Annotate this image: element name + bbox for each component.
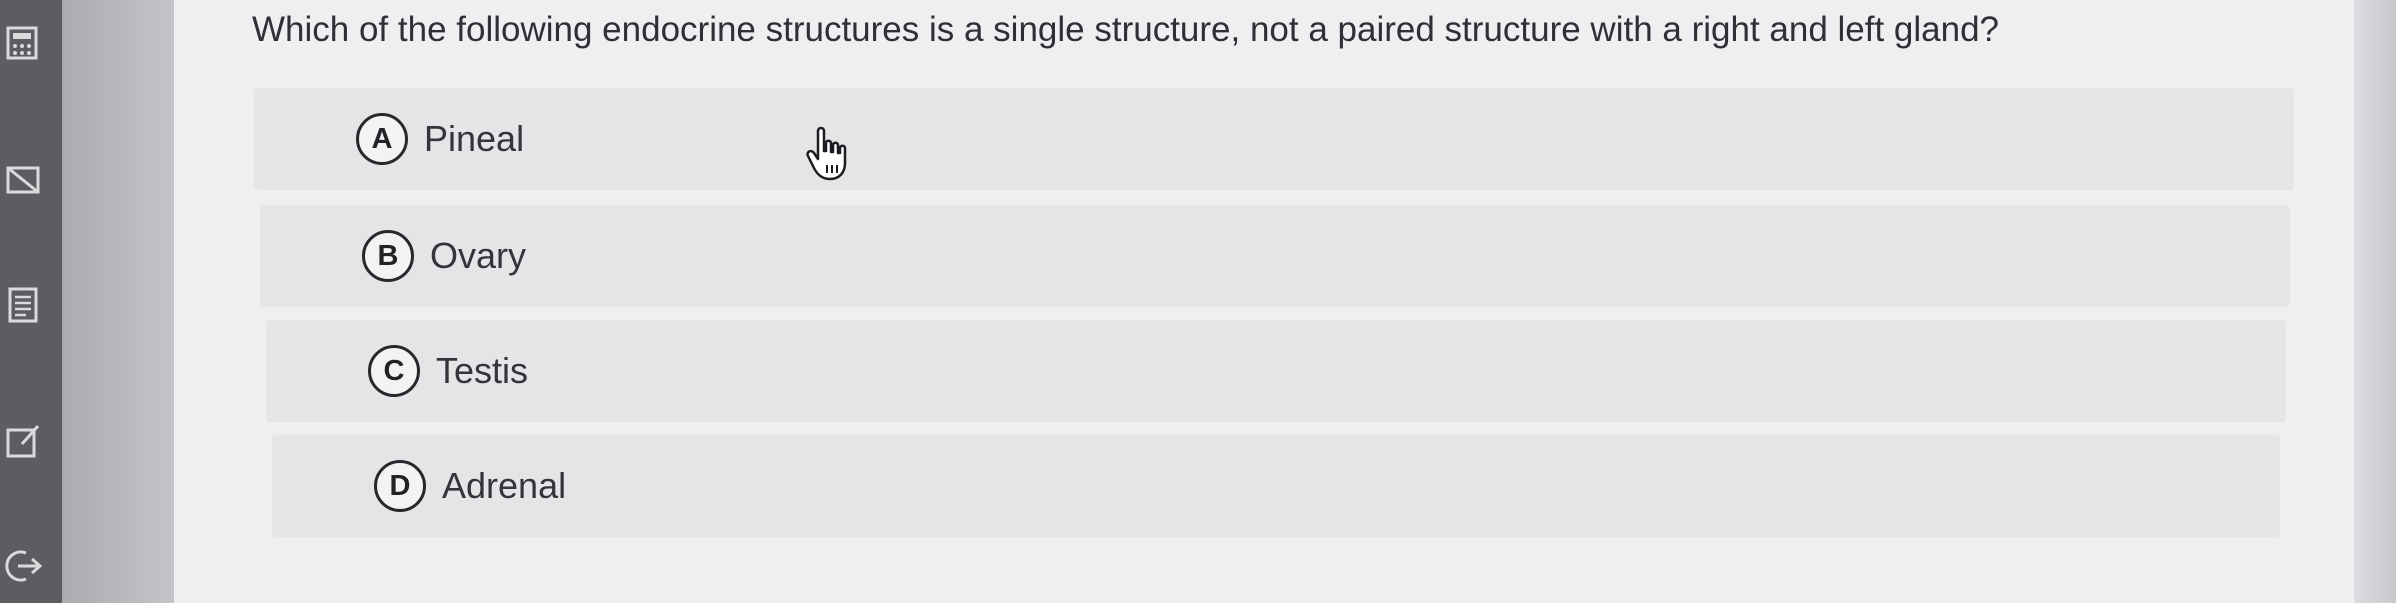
option-a[interactable]: A Pineal [254,88,2294,190]
option-letter-d: D [374,460,426,512]
option-c[interactable]: C Testis [266,320,2286,422]
exit-icon[interactable] [4,545,44,585]
question-panel: Which of the following endocrine structu… [174,0,2354,603]
notes-icon[interactable] [4,285,44,325]
edit-icon[interactable] [4,420,44,460]
sidebar-shadow [62,0,174,603]
left-sidebar [0,0,62,603]
option-b[interactable]: B Ovary [260,205,2290,307]
calculator-icon[interactable] [4,22,44,62]
option-letter-a: A [356,113,408,165]
option-label-a: Pineal [424,118,525,159]
option-letter-c: C [368,345,420,397]
right-edge [2354,0,2396,603]
option-label-b: Ovary [430,235,527,276]
hand-cursor-icon [806,126,847,181]
option-label-d: Adrenal [442,465,567,506]
flag-icon[interactable] [4,160,44,200]
option-d[interactable]: D Adrenal [272,435,2280,537]
question-text: Which of the following endocrine structu… [252,10,2000,49]
option-label-c: Testis [436,350,529,391]
option-letter-b: B [362,230,414,282]
